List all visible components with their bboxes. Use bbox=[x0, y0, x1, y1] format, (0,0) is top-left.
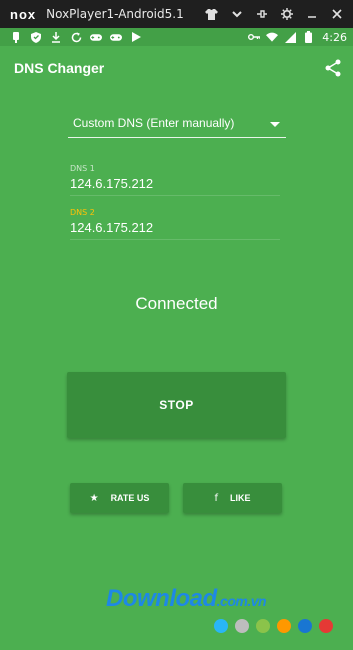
play-store-icon bbox=[130, 31, 142, 43]
rate-us-label: RATE US bbox=[110, 493, 150, 503]
stop-button[interactable]: STOP bbox=[67, 372, 286, 438]
close-icon[interactable] bbox=[324, 0, 349, 28]
pin-icon[interactable] bbox=[249, 0, 274, 28]
watermark-dot bbox=[256, 619, 270, 633]
minimize-icon[interactable] bbox=[299, 0, 324, 28]
window-title: NoxPlayer1-Android5.1 bbox=[46, 7, 184, 21]
shirt-icon[interactable] bbox=[199, 0, 224, 28]
emulator-title-bar: nox NoxPlayer1-Android5.1 bbox=[0, 0, 353, 28]
watermark-dot bbox=[235, 619, 249, 633]
watermark-text: Download.com.vn bbox=[106, 585, 267, 613]
watermark-dot bbox=[298, 619, 312, 633]
dns-provider-dropdown[interactable]: Custom DNS (Enter manually) bbox=[68, 112, 286, 138]
gamepad-icon bbox=[110, 31, 122, 43]
android-screen: 4:26 DNS Changer Custom DNS (Enter manua… bbox=[0, 28, 353, 650]
system-icons: 4:26 bbox=[248, 28, 347, 46]
like-button[interactable]: f LIKE bbox=[183, 483, 282, 513]
star-icon: ★ bbox=[89, 492, 99, 504]
watermark-dots bbox=[214, 619, 333, 633]
chevron-down-icon[interactable] bbox=[224, 0, 249, 28]
dns-provider-value: Custom DNS (Enter manually) bbox=[73, 116, 235, 130]
notification-icons bbox=[10, 31, 142, 43]
window-controls bbox=[199, 0, 349, 28]
signal-icon bbox=[284, 31, 296, 43]
dns2-field[interactable]: DNS 2 124.6.175.212 bbox=[70, 208, 280, 240]
battery-icon bbox=[302, 31, 314, 43]
sync-icon bbox=[70, 31, 82, 43]
watermark-dot bbox=[277, 619, 291, 633]
dns2-label: DNS 2 bbox=[70, 208, 95, 217]
rate-us-button[interactable]: ★ RATE US bbox=[70, 483, 169, 513]
dns1-input[interactable]: 124.6.175.212 bbox=[70, 176, 280, 196]
dns1-field[interactable]: DNS 1 124.6.175.212 bbox=[70, 164, 280, 196]
watermark-dot bbox=[319, 619, 333, 633]
app-title: DNS Changer bbox=[14, 60, 105, 76]
facebook-icon: f bbox=[214, 492, 218, 504]
download-icon bbox=[50, 31, 62, 43]
gamepad-icon bbox=[90, 31, 102, 43]
status-bar: 4:26 bbox=[0, 28, 353, 46]
watermark-dot bbox=[214, 619, 228, 633]
dns1-label: DNS 1 bbox=[70, 164, 95, 173]
gear-icon[interactable] bbox=[274, 0, 299, 28]
like-label: LIKE bbox=[230, 493, 251, 503]
watermark-domain: .com.vn bbox=[216, 593, 267, 609]
share-icon[interactable] bbox=[323, 58, 343, 78]
dropdown-arrow-icon bbox=[270, 122, 280, 127]
connection-status: Connected bbox=[135, 294, 218, 313]
status-time: 4:26 bbox=[322, 30, 347, 44]
app-toolbar: DNS Changer bbox=[0, 46, 353, 90]
key-icon bbox=[248, 31, 261, 43]
download-watermark: Download.com.vn bbox=[100, 585, 345, 633]
wifi-icon bbox=[266, 31, 279, 43]
notification-icon bbox=[10, 31, 22, 43]
dns2-input[interactable]: 124.6.175.212 bbox=[70, 220, 280, 240]
shield-icon bbox=[30, 31, 42, 43]
nox-logo: nox bbox=[10, 6, 37, 22]
watermark-brand: Download bbox=[106, 585, 217, 612]
stop-button-label: STOP bbox=[159, 398, 194, 412]
